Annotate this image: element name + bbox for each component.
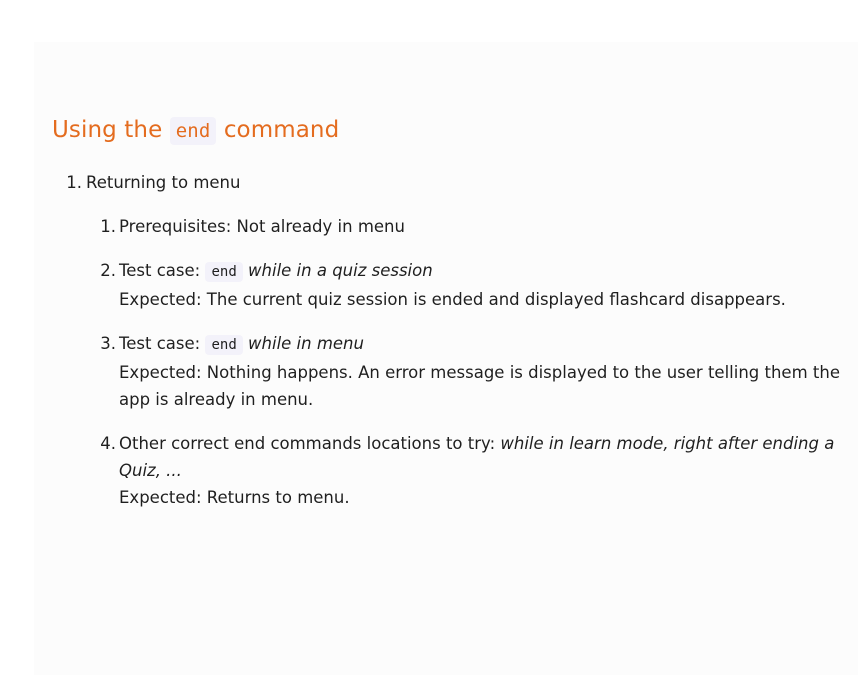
step-item: 1. Prerequisites: Not already in menu: [86, 213, 842, 240]
heading-code: end: [169, 117, 217, 145]
step-text: Prerequisites: Not already in menu: [119, 217, 405, 236]
step-code: end: [205, 335, 243, 355]
step-number: 3.: [100, 334, 116, 353]
list-item-label: Returning to menu: [86, 173, 241, 192]
step-number: 1.: [100, 217, 116, 236]
step-prefix: Test case:: [119, 334, 201, 353]
heading-suffix: command: [223, 117, 340, 143]
list-number: 1.: [66, 173, 82, 192]
step-italic: while in menu: [248, 334, 364, 353]
step-expected: Expected: Returns to menu.: [119, 488, 350, 507]
step-item: 4. Other correct end commands locations …: [86, 430, 842, 511]
heading-prefix: Using the: [52, 117, 163, 143]
outer-list: 1. Returning to menu 1. Prerequisites: N…: [52, 169, 842, 511]
step-prefix: Test case:: [119, 261, 201, 280]
steps-list: 1. Prerequisites: Not already in menu 2.…: [86, 213, 842, 511]
step-prefix: Other correct end commands locations to …: [119, 434, 496, 453]
step-code: end: [205, 262, 243, 282]
outer-list-item: 1. Returning to menu 1. Prerequisites: N…: [52, 169, 842, 511]
step-expected: Expected: Nothing happens. An error mess…: [119, 363, 840, 409]
step-item: 3. Test case: end while in menu Expected…: [86, 330, 842, 413]
step-item: 2. Test case: end while in a quiz sessio…: [86, 257, 842, 313]
document-panel: Using the end command 1. Returning to me…: [34, 42, 858, 675]
document-content: Using the end command 1. Returning to me…: [52, 114, 842, 528]
step-number: 4.: [100, 434, 116, 453]
step-italic: while in a quiz session: [248, 261, 433, 280]
step-number: 2.: [100, 261, 116, 280]
step-expected: Expected: The current quiz session is en…: [119, 290, 786, 309]
section-heading: Using the end command: [52, 114, 842, 147]
